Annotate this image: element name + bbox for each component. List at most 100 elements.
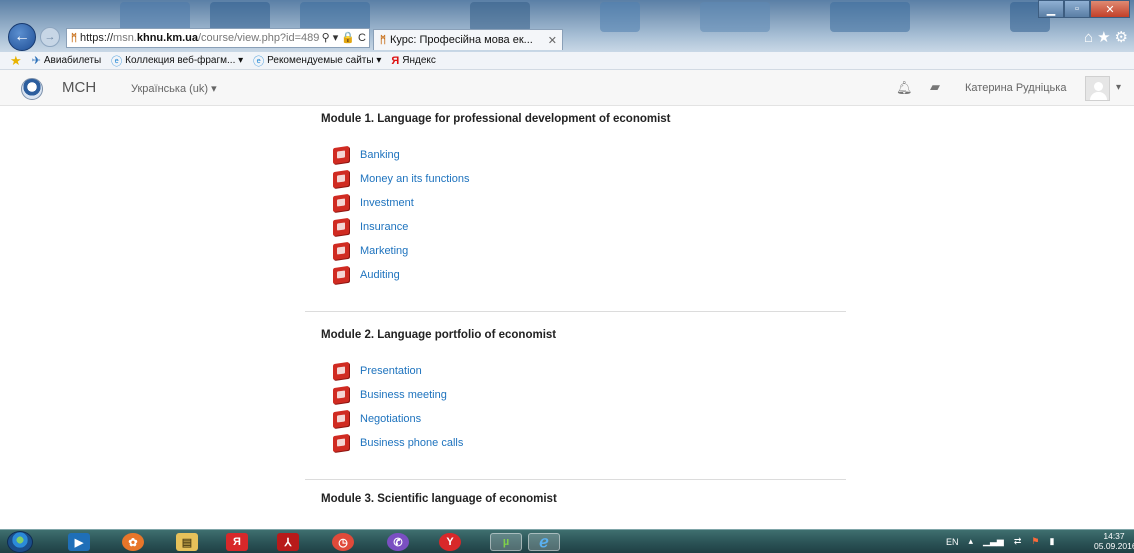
site-logo-icon[interactable] <box>21 78 43 100</box>
activity-item[interactable]: Banking <box>333 145 400 165</box>
tray-expand-icon[interactable]: ▴ <box>969 536 974 547</box>
pdf-icon <box>333 217 349 237</box>
tab-title: Курс: Професійна мова ек... <box>390 34 533 46</box>
activity-link[interactable]: Money an its functions <box>360 173 469 185</box>
media-center-icon[interactable]: ✿ <box>122 533 144 551</box>
network-connection-icon[interactable]: ⇄ <box>1014 536 1022 547</box>
activity-item[interactable]: Negotiations <box>333 409 421 429</box>
network-signal-icon[interactable]: ▁▃▅ <box>983 536 1004 547</box>
activity-link[interactable]: Auditing <box>360 269 400 281</box>
tab-favicon-icon: ᛗ <box>380 34 386 46</box>
window-controls: ▁ ▫ ✕ <box>1038 0 1130 18</box>
favorite-item[interactable]: Я Яндекс <box>391 55 436 67</box>
pdf-icon <box>333 385 349 405</box>
ie-icon: ⓔ <box>253 55 265 68</box>
activity-link[interactable]: Presentation <box>360 365 422 377</box>
site-navbar: МСН Українська (uk) ▾ 🔔︎ ▰ Катерина Рудн… <box>0 70 1134 106</box>
course-section: Module 3. Scientific language of economi… <box>305 480 846 529</box>
activity-item[interactable]: Money an its functions <box>333 169 469 189</box>
address-actions[interactable]: ⚲ ▾ 🔒 C <box>319 31 366 44</box>
activity-item[interactable]: Investment <box>333 193 414 213</box>
viber-icon[interactable]: ✆ <box>387 533 409 551</box>
user-avatar[interactable] <box>1085 76 1110 101</box>
media-player-icon[interactable]: ▶ <box>68 533 90 551</box>
activity-link[interactable]: Business phone calls <box>360 437 463 449</box>
activity-link[interactable]: Marketing <box>360 245 408 257</box>
site-name-link[interactable]: МСН <box>62 79 96 96</box>
url-protocol: https:// <box>80 32 114 44</box>
alarm-app-icon[interactable]: ◷ <box>332 533 354 551</box>
pdf-icon <box>333 169 349 189</box>
tray-language[interactable]: EN <box>946 537 959 547</box>
utorrent-icon[interactable]: µ <box>490 533 522 551</box>
browser-tab[interactable]: ᛗ Курс: Професійна мова ек... ✕ <box>373 29 563 50</box>
activity-item[interactable]: Insurance <box>333 217 408 237</box>
activity-link[interactable]: Insurance <box>360 221 408 233</box>
home-favorites-settings-icons[interactable]: ⌂★⚙ <box>1084 28 1132 46</box>
pdf-icon <box>333 409 349 429</box>
pdf-icon <box>333 265 349 285</box>
notifications-bell-icon[interactable]: 🔔︎ <box>896 80 913 96</box>
course-section: Module 1. Language for professional deve… <box>305 106 846 312</box>
address-bar[interactable]: ᛗ https:// msn. khnu.km.ua /course/view.… <box>66 28 370 48</box>
pdf-icon <box>333 145 349 165</box>
favorite-item[interactable]: ✈ Авиабилеты <box>32 54 102 67</box>
file-explorer-icon[interactable]: ▤ <box>176 533 198 551</box>
favorite-label: Авиабилеты <box>43 55 102 66</box>
section-title: Module 1. Language for professional deve… <box>321 113 671 125</box>
system-tray: EN ▴ ▁▃▅ ⇄ ⚑ ▮ <box>946 536 1054 547</box>
minimize-button[interactable]: ▁ <box>1038 0 1064 18</box>
background-tile <box>700 2 770 32</box>
favorite-label: Коллекция веб-фрагм... ▾ <box>125 55 244 66</box>
url-path: /course/view.php?id=4893 <box>198 32 326 44</box>
close-window-button[interactable]: ✕ <box>1090 0 1130 18</box>
favorite-item[interactable]: ⓔ Рекомендуемые сайты ▾ <box>253 53 381 69</box>
activity-item[interactable]: Business meeting <box>333 385 447 405</box>
activity-link[interactable]: Investment <box>360 197 414 209</box>
battery-icon[interactable]: ▮ <box>1049 536 1054 547</box>
section-title: Module 2. Language portfolio of economis… <box>321 329 557 341</box>
clock-date: 05.09.2016 <box>1094 541 1134 551</box>
taskbar-clock[interactable]: 14:37 05.09.2016 <box>1094 531 1134 551</box>
clock-time: 14:37 <box>1103 531 1125 541</box>
favorite-label: Рекомендуемые сайты ▾ <box>267 55 382 66</box>
windows-taskbar: ▶ ✿ ▤ Я ⅄ ◷ ✆ Y µ ℯ EN ▴ ▁▃▅ ⇄ ⚑ ▮ 14:37… <box>0 529 1134 553</box>
background-tile <box>600 2 640 32</box>
yandex-browser-icon[interactable]: Я <box>226 533 248 551</box>
activity-item[interactable]: Marketing <box>333 241 408 261</box>
background-tile <box>830 2 910 32</box>
url-subdomain: msn. <box>113 32 137 44</box>
yandex-icon[interactable]: Y <box>439 533 461 551</box>
messages-icon[interactable]: ▰ <box>930 79 940 95</box>
back-button[interactable]: ← <box>8 23 36 51</box>
activity-link[interactable]: Business meeting <box>360 389 447 401</box>
activity-link[interactable]: Banking <box>360 149 400 161</box>
site-favicon-icon: ᛗ <box>71 32 77 44</box>
close-tab-icon[interactable]: ✕ <box>548 34 557 47</box>
pdf-icon <box>333 361 349 381</box>
pdf-icon <box>333 193 349 213</box>
forward-button[interactable]: → <box>40 27 60 47</box>
action-center-flag-icon[interactable]: ⚑ <box>1031 536 1039 547</box>
favorite-label: Яндекс <box>402 55 436 66</box>
start-button[interactable] <box>7 531 33 553</box>
favorite-item[interactable]: ⓔ Коллекция веб-фрагм... ▾ <box>111 53 243 69</box>
favorites-bar: ★ ✈ Авиабилеты ⓔ Коллекция веб-фрагм... … <box>0 52 1134 70</box>
pdf-icon <box>333 433 349 453</box>
activity-item[interactable]: Presentation <box>333 361 422 381</box>
internet-explorer-icon[interactable]: ℯ <box>528 533 560 551</box>
favorites-star-icon[interactable]: ★ <box>10 53 22 69</box>
plane-icon: ✈ <box>31 55 41 67</box>
section-title: Module 3. Scientific language of economi… <box>321 493 557 505</box>
yandex-icon: Я <box>391 54 400 67</box>
activity-item[interactable]: Auditing <box>333 265 400 285</box>
pdf-icon <box>333 241 349 261</box>
pdf-reader-icon[interactable]: ⅄ <box>277 533 299 551</box>
activity-item[interactable]: Business phone calls <box>333 433 463 453</box>
activity-link[interactable]: Negotiations <box>360 413 421 425</box>
browser-titlebar: ← → ᛗ https:// msn. khnu.km.ua /course/v… <box>0 0 1134 52</box>
user-menu-caret-icon[interactable]: ▾ <box>1116 82 1121 93</box>
language-menu[interactable]: Українська (uk) ▾ <box>131 82 217 95</box>
maximize-button[interactable]: ▫ <box>1064 0 1090 18</box>
user-name[interactable]: Катерина Рудніцька <box>965 82 1066 94</box>
